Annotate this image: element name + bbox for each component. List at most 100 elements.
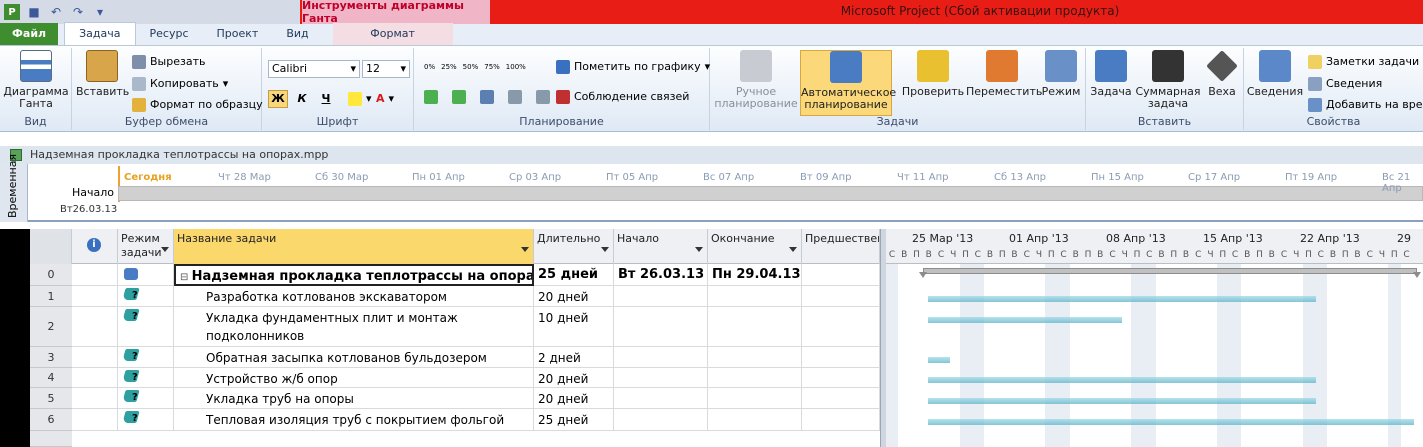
row-id[interactable]: 3 — [30, 347, 72, 368]
highlight-color-button[interactable]: ▾ — [348, 90, 372, 108]
insert-summary-button[interactable]: Суммарная задача — [1134, 50, 1202, 110]
task-bar[interactable] — [928, 377, 1316, 383]
cut-button[interactable]: Вырезать — [132, 53, 205, 71]
row-indicator-cell[interactable] — [72, 286, 118, 307]
summary-bar[interactable] — [923, 268, 1417, 274]
header-task-mode[interactable]: Режим задачи — [118, 229, 174, 264]
header-duration[interactable]: Длительно — [534, 229, 614, 264]
information-button[interactable]: Сведения — [1246, 50, 1304, 98]
task-name-cell[interactable]: Устройство ж/б опор — [174, 368, 534, 388]
row-indicator-cell[interactable] — [72, 307, 118, 347]
mark-on-track-button[interactable]: Пометить по графику ▾ — [556, 58, 710, 76]
finish-cell[interactable] — [708, 286, 802, 307]
row-id[interactable]: 0 — [30, 264, 72, 286]
duration-cell[interactable]: 20 дней — [534, 286, 614, 307]
auto-schedule-button[interactable]: Автоматическое планирование — [800, 50, 896, 116]
font-size-combo[interactable]: 12 ▾ — [362, 60, 410, 78]
pct-50-button[interactable]: 50% — [463, 58, 479, 76]
task-bar[interactable] — [928, 398, 1316, 404]
start-cell[interactable] — [614, 388, 708, 409]
finish-cell[interactable]: Пн 29.04.13 — [708, 264, 802, 286]
task-name-cell[interactable]: Разработка котлованов экскаватором — [174, 286, 534, 307]
inspect-button[interactable]: Проверить — [900, 50, 966, 98]
tab-file[interactable]: Файл — [0, 23, 59, 45]
task-notes-button[interactable]: Заметки задачи — [1308, 53, 1419, 71]
insert-milestone-button[interactable]: Веха — [1202, 50, 1242, 98]
link-icon[interactable] — [508, 90, 522, 104]
header-finish[interactable]: Окончание — [708, 229, 802, 264]
details-button[interactable]: Сведения — [1308, 75, 1382, 93]
start-cell[interactable] — [614, 409, 708, 431]
row-id[interactable]: 6 — [30, 409, 72, 431]
predecessors-cell[interactable] — [802, 368, 880, 388]
manual-schedule-button[interactable]: Ручное планирование — [712, 50, 800, 110]
tab-task[interactable]: Задача — [64, 22, 136, 45]
task-mode-cell[interactable]: ? — [118, 347, 174, 368]
header-start[interactable]: Начало — [614, 229, 708, 264]
customize-qat-icon[interactable]: ▾ — [92, 4, 108, 20]
duration-cell[interactable]: 2 дней — [534, 347, 614, 368]
tab-project[interactable]: Проект — [203, 23, 273, 45]
header-predecessors[interactable]: Предшествен — [802, 229, 880, 264]
copy-button[interactable]: Копировать ▾ — [132, 75, 228, 93]
row-id[interactable]: 1 — [30, 286, 72, 307]
move-button[interactable]: Переместить — [966, 50, 1042, 98]
start-cell[interactable]: Вт 26.03.13 — [614, 264, 708, 286]
row-indicator-cell[interactable] — [72, 264, 118, 286]
gantt-chart-button[interactable]: Диаграмма Ганта — [2, 50, 70, 110]
predecessors-cell[interactable] — [802, 307, 880, 347]
mode-button[interactable]: Режим — [1038, 50, 1084, 98]
format-painter-button[interactable]: Формат по образцу — [132, 96, 263, 114]
finish-cell[interactable] — [708, 409, 802, 431]
insert-task-button[interactable]: Задача — [1088, 50, 1134, 98]
task-bar[interactable] — [928, 357, 950, 363]
tab-resource[interactable]: Ресурс — [136, 23, 203, 45]
task-name-cell[interactable]: Укладка труб на опоры — [174, 388, 534, 409]
task-name-cell[interactable]: ⊟ Надземная прокладка теплотрассы на опо… — [174, 264, 534, 286]
indent-icon[interactable] — [452, 90, 466, 104]
duration-cell[interactable]: 20 дней — [534, 388, 614, 409]
task-name-cell[interactable]: Укладка фундаментных плит и монтаж подко… — [174, 307, 534, 347]
tab-view[interactable]: Вид — [272, 23, 322, 45]
bold-button[interactable]: Ж — [268, 90, 288, 108]
task-mode-cell[interactable] — [118, 264, 174, 286]
save-icon[interactable]: ■ — [26, 4, 42, 20]
add-to-timeline-button[interactable]: Добавить на врем — [1308, 96, 1423, 114]
finish-cell[interactable] — [708, 388, 802, 409]
font-color-button[interactable]: A ▾ — [376, 90, 394, 108]
task-mode-cell[interactable]: ? — [118, 286, 174, 307]
paste-button[interactable]: Вставить — [76, 50, 129, 98]
predecessors-cell[interactable] — [802, 347, 880, 368]
start-cell[interactable] — [614, 347, 708, 368]
tab-format[interactable]: Формат — [332, 23, 453, 45]
pct-0-button[interactable]: 0% — [424, 58, 435, 76]
respect-links-button[interactable]: Соблюдение связей — [556, 88, 689, 106]
header-indicators[interactable]: i — [72, 229, 118, 264]
predecessors-cell[interactable] — [802, 409, 880, 431]
task-name-cell[interactable]: Обратная засыпка котлованов бульдозером — [174, 347, 534, 368]
task-mode-cell[interactable]: ? — [118, 409, 174, 431]
start-cell[interactable] — [614, 286, 708, 307]
undo-icon[interactable]: ↶ — [48, 4, 64, 20]
row-indicator-cell[interactable] — [72, 388, 118, 409]
redo-icon[interactable]: ↷ — [70, 4, 86, 20]
row-id[interactable]: 5 — [30, 388, 72, 409]
row-indicator-cell[interactable] — [72, 347, 118, 368]
task-bar[interactable] — [928, 317, 1122, 323]
timeline-side-tab[interactable]: Временная — [0, 154, 28, 222]
task-bar[interactable] — [928, 296, 1316, 302]
header-select-all[interactable] — [30, 229, 72, 264]
timeline-bar[interactable] — [118, 186, 1423, 201]
finish-cell[interactable] — [708, 307, 802, 347]
duration-cell[interactable]: 20 дней — [534, 368, 614, 388]
split-icon[interactable] — [480, 90, 494, 104]
unlink-icon[interactable] — [536, 90, 550, 104]
start-cell[interactable] — [614, 307, 708, 347]
task-name-cell[interactable]: Тепловая изоляция труб с покрытием фольг… — [174, 409, 534, 431]
collapse-icon[interactable]: ⊟ — [180, 272, 192, 283]
row-id[interactable]: 4 — [30, 368, 72, 388]
predecessors-cell[interactable] — [802, 264, 880, 286]
pct-100-button[interactable]: 100% — [506, 58, 526, 76]
task-mode-cell[interactable]: ? — [118, 307, 174, 347]
task-bar[interactable] — [928, 419, 1414, 425]
